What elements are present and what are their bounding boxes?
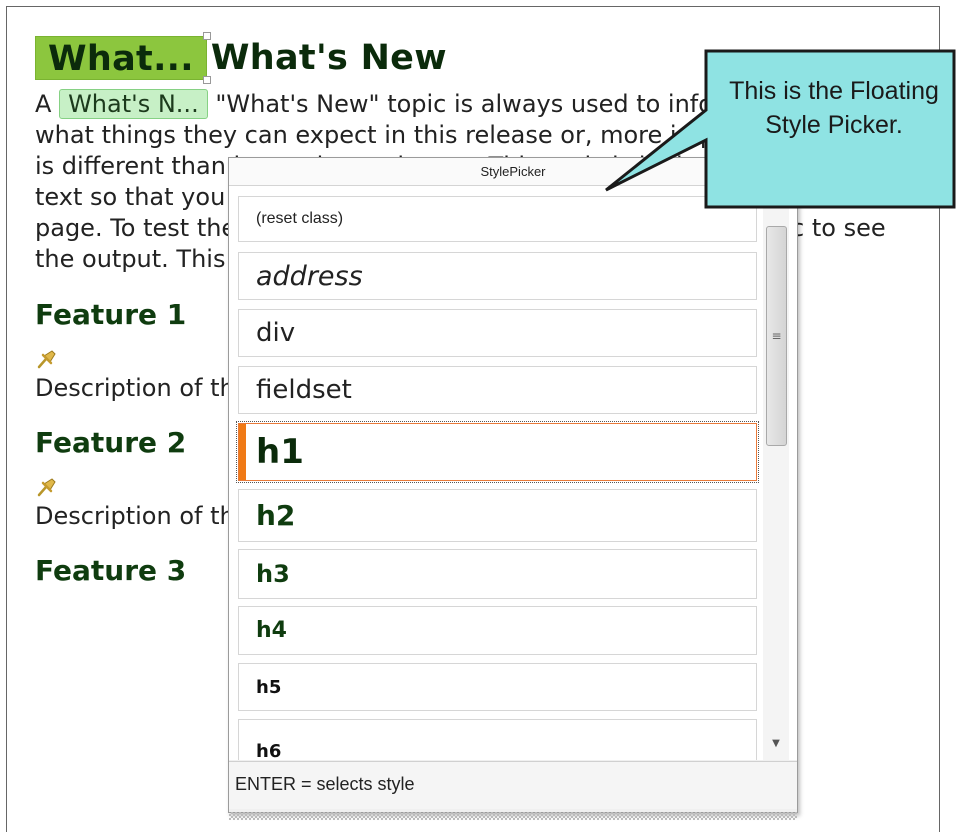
- style-item-h4[interactable]: h4: [238, 606, 757, 655]
- style-item-h2[interactable]: h2: [238, 489, 757, 542]
- style-item-h3[interactable]: h3: [238, 549, 757, 599]
- resize-handle-top[interactable]: [202, 32, 211, 40]
- style-item-fieldset[interactable]: fieldset: [238, 366, 757, 414]
- scrollbar-thumb[interactable]: ≡: [766, 226, 787, 446]
- style-item-h6[interactable]: h6: [238, 719, 757, 760]
- selection-indicator: [239, 424, 246, 480]
- dropdown-pin-icon[interactable]: [35, 475, 59, 499]
- floating-style-picker[interactable]: StylePicker (reset class) address div fi…: [228, 157, 798, 820]
- p-style-tag[interactable]: What's N...: [59, 89, 208, 119]
- scroll-down-arrow-icon[interactable]: ▼: [763, 732, 789, 754]
- style-item-h5[interactable]: h5: [238, 663, 757, 711]
- h1-style-tag[interactable]: What...: [35, 32, 211, 84]
- style-item-div[interactable]: div: [238, 309, 757, 357]
- style-list[interactable]: (reset class) address div fieldset h1 h2…: [229, 186, 797, 760]
- callout-text: This is the Floating Style Picker.: [729, 77, 939, 139]
- style-item-h1[interactable]: h1: [236, 421, 759, 483]
- style-list-scrollbar[interactable]: ▲ ≡ ▼: [763, 188, 789, 760]
- style-item-address[interactable]: address: [238, 252, 757, 300]
- dropdown-pin-icon[interactable]: [35, 347, 59, 371]
- title-text: What's New: [210, 38, 447, 78]
- resize-grip[interactable]: [229, 812, 797, 820]
- resize-handle-bottom[interactable]: [202, 76, 211, 84]
- picker-status-bar: ENTER = selects style: [229, 761, 797, 809]
